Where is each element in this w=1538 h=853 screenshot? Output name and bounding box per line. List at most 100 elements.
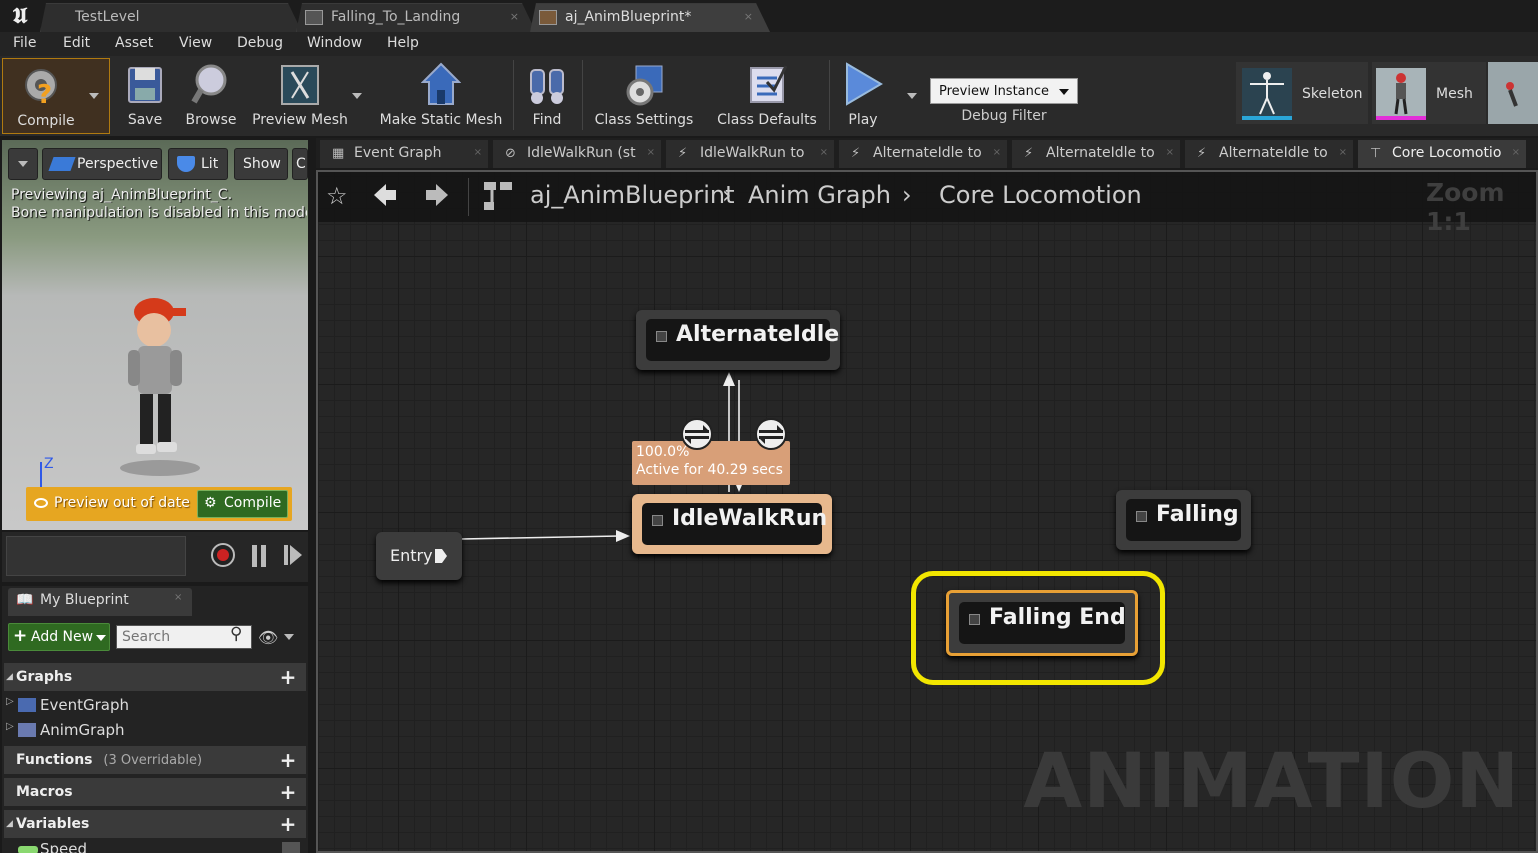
play-label: Play — [848, 112, 878, 128]
graph-tab-event-graph[interactable]: ▦ Event Graph × — [320, 140, 488, 168]
gear-icon: ⚙ — [204, 495, 217, 511]
anim-graph-canvas[interactable]: ANIMATION — [316, 170, 1538, 853]
browse-button[interactable]: Browse — [180, 58, 242, 134]
transition-rule-icon[interactable] — [754, 417, 788, 451]
save-disk-icon — [125, 62, 165, 108]
close-tab-icon[interactable]: × — [820, 140, 828, 166]
find-button[interactable]: Find — [520, 58, 574, 134]
save-button[interactable]: Save — [118, 58, 172, 134]
functions-section-header[interactable]: Functions (3 Overridable) + — [4, 746, 306, 774]
unreal-logo-icon[interactable]: 𝖀 — [4, 2, 36, 30]
back-arrow-icon[interactable] — [372, 182, 398, 208]
toolbar-separator — [513, 60, 514, 130]
variable-item-speed[interactable]: Speed — [4, 840, 306, 853]
my-blueprint-label: My Blueprint — [40, 592, 129, 608]
step-forward-button[interactable] — [290, 545, 302, 565]
close-tab-icon[interactable]: × — [510, 4, 519, 30]
close-tab-icon[interactable]: × — [1512, 140, 1520, 166]
class-settings-button[interactable]: Class Settings — [590, 58, 698, 134]
graph-tab-idlewalkrun-transition[interactable]: ⚡ IdleWalkRun to × — [666, 140, 834, 168]
graph-tab-alternateidle-2[interactable]: ⚡ AlternateIdle to × — [1012, 140, 1180, 168]
graph-tab-alternateidle-3[interactable]: ⚡ AlternateIdle to × — [1185, 140, 1353, 168]
breadcrumb-anim-graph[interactable]: Anim Graph — [748, 181, 891, 209]
breadcrumb-root[interactable]: aj_AnimBlueprint — [530, 181, 735, 209]
menu-window[interactable]: Window — [307, 35, 362, 51]
state-node-falling-end[interactable]: Falling End — [946, 590, 1138, 656]
show-label: Show — [243, 156, 281, 172]
close-tab-icon[interactable]: × — [647, 140, 655, 166]
timeline-scrubber[interactable] — [6, 536, 186, 576]
transition-rule-icon[interactable] — [680, 417, 714, 451]
search-icon: ⚲ — [230, 624, 243, 644]
lit-button[interactable]: Lit — [168, 148, 228, 180]
doc-tab-falling-to-landing[interactable]: Falling_To_Landing × — [296, 3, 536, 32]
state-node-idle-walk-run[interactable]: IdleWalkRun — [632, 494, 832, 554]
anim-graph-icon — [18, 723, 36, 737]
menu-file[interactable]: File — [13, 35, 36, 51]
viewport-extra-button[interactable]: C — [292, 148, 308, 180]
variables-section-header[interactable]: ◢ Variables + — [4, 810, 306, 838]
graph-item-eventgraph[interactable]: ▷ EventGraph — [4, 693, 306, 717]
state-node-falling[interactable]: Falling — [1116, 490, 1251, 550]
pause-button[interactable] — [252, 545, 266, 567]
entry-exec-pin-icon[interactable] — [434, 548, 448, 564]
menu-view[interactable]: View — [179, 35, 212, 51]
breadcrumb-core-locomotion[interactable]: Core Locomotion — [939, 181, 1142, 209]
add-graph-button[interactable]: + — [278, 667, 298, 687]
lit-sphere-icon — [177, 156, 195, 172]
favorite-star-icon[interactable]: ☆ — [326, 182, 348, 210]
show-button[interactable]: Show — [234, 148, 288, 180]
variable-visibility-icon[interactable] — [282, 842, 300, 853]
preview-mesh-button[interactable]: Preview Mesh — [250, 58, 350, 134]
magnifier-icon — [191, 62, 231, 108]
viewport-compile-button[interactable]: ⚙ Compile — [197, 490, 288, 518]
play-button[interactable]: Play — [834, 58, 892, 134]
entry-node[interactable]: Entry — [376, 532, 462, 580]
graph-tab-core-locomotion[interactable]: ⊤ Core Locomotio × — [1358, 140, 1526, 168]
close-tab-icon[interactable]: × — [1166, 140, 1174, 166]
my-blueprint-tab[interactable]: 📖 My Blueprint × — [8, 588, 192, 616]
animation-mode-button[interactable] — [1488, 62, 1538, 124]
close-tab-icon[interactable]: × — [174, 592, 182, 603]
record-button[interactable] — [211, 543, 235, 567]
macros-section-header[interactable]: Macros + — [4, 778, 306, 806]
graph-tab-alternateidle-1[interactable]: ⚡ AlternateIdle to × — [839, 140, 1007, 168]
compile-dropdown-icon[interactable] — [89, 93, 99, 99]
graph-item-animgraph[interactable]: ▷ AnimGraph — [4, 718, 306, 742]
doc-tab-testlevel[interactable]: TestLevel — [40, 3, 302, 32]
state-node-alternate-idle[interactable]: AlternateIdle — [636, 310, 840, 370]
state-node-body: AlternateIdle — [646, 319, 839, 361]
viewport-options-button[interactable] — [8, 148, 38, 180]
close-tab-icon[interactable]: × — [1339, 140, 1347, 166]
preview-mesh-dropdown-icon[interactable] — [352, 93, 362, 99]
close-tab-icon[interactable]: × — [993, 140, 1001, 166]
menu-help[interactable]: Help — [387, 35, 419, 51]
doc-tab-anim-blueprint[interactable]: aj_AnimBlueprint* × — [530, 3, 770, 32]
add-function-button[interactable]: + — [278, 750, 298, 770]
graph-tab-idlewalkrun-state[interactable]: ⊘ IdleWalkRun (st × — [493, 140, 661, 168]
mesh-mode-button[interactable]: Mesh — [1372, 62, 1486, 124]
graphs-section-header[interactable]: ◢ Graphs + — [4, 663, 306, 691]
close-tab-icon[interactable]: × — [744, 4, 753, 30]
skeleton-mode-button[interactable]: Skeleton — [1236, 62, 1368, 124]
class-defaults-button[interactable]: Class Defaults — [712, 58, 822, 134]
preview-instance-select[interactable]: Preview Instance — [930, 78, 1078, 104]
add-macro-button[interactable]: + — [278, 782, 298, 802]
perspective-button[interactable]: Perspective — [42, 148, 162, 180]
animation-thumbnail-icon — [1506, 82, 1518, 107]
chevron-down-icon[interactable] — [284, 634, 294, 640]
menu-edit[interactable]: Edit — [63, 35, 90, 51]
add-variable-button[interactable]: + — [278, 814, 298, 834]
chevron-down-icon — [18, 161, 28, 167]
menu-asset[interactable]: Asset — [115, 35, 153, 51]
menu-debug[interactable]: Debug — [237, 35, 283, 51]
compile-button[interactable]: ? Compile — [2, 58, 110, 134]
close-tab-icon[interactable]: × — [474, 140, 482, 166]
play-dropdown-icon[interactable] — [907, 93, 917, 99]
anim-blueprint-icon — [539, 10, 557, 25]
view-options-eye-icon[interactable]: 👁 — [258, 628, 278, 647]
add-new-button[interactable]: + Add New — [8, 623, 110, 651]
viewport-info-line2: Bone manipulation is disabled in this mo… — [11, 205, 307, 221]
forward-arrow-icon[interactable] — [424, 182, 450, 208]
make-static-mesh-button[interactable]: Make Static Mesh — [376, 58, 506, 134]
